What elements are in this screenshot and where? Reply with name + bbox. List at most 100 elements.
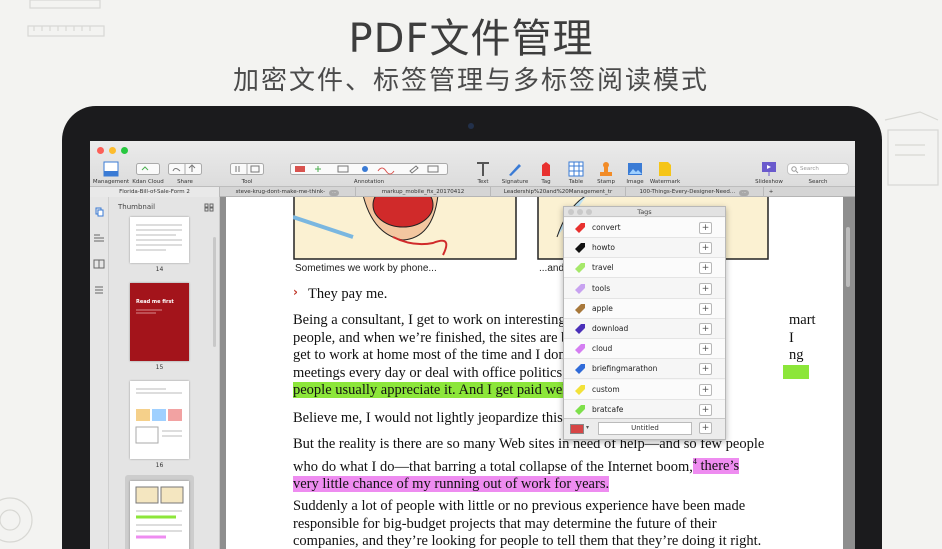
tab-leadership[interactable]: Leadership%20and%20Management_tr [491,187,626,197]
new-tag-color-picker[interactable] [570,424,584,434]
add-new-tag-button[interactable]: + [699,422,712,434]
tag-label: travel [592,263,614,273]
apply-tag-button[interactable]: + [699,222,712,234]
thumbnail-page-number: 16 [155,462,164,469]
bookmark-view-icon[interactable] [93,259,105,269]
tag-label: custom [592,384,620,394]
apply-tag-button[interactable]: + [699,262,712,275]
highlighted-text-pink: 4 there’s [692,458,740,475]
signature-label: Signature [501,179,529,185]
image-icon[interactable] [627,161,643,177]
apply-tag-button[interactable]: + [699,343,712,356]
tab-100-things[interactable]: 100-Things-Every-Designer-Need...... [626,187,764,197]
tag-color-icon [575,243,585,254]
tab-steve-krug[interactable]: steve-krug-dont-make-me-think-... [220,187,356,197]
tab-label: Leadership%20and%20Management_tr [503,189,613,195]
search-icon [791,166,799,174]
thumbnail-page-15[interactable]: Read me first [130,283,189,361]
tag-label: download [592,324,629,333]
tag-row[interactable]: cloud + [564,339,725,360]
paragraph-reality: But the reality is there are so many Web… [293,436,813,493]
tags-zoom-button[interactable] [586,209,592,215]
tag-row[interactable]: briefingmarathon + [564,359,725,380]
grid-view-icon[interactable] [204,203,214,212]
chevron-down-icon[interactable]: ▾ [586,424,589,431]
highlighted-text-pink: very little chance of my running out of … [293,475,610,492]
slideshow-label: Slideshow [755,179,783,185]
text-line: responsible for big-budget projects that… [293,515,717,532]
stamp-label: Stamp [597,179,615,185]
tags-panel: Tags convert + howto + travel + tools + apple + do… [563,206,726,440]
annotation-label: Annotation [353,179,385,185]
thumbnail-page-14[interactable] [130,217,189,263]
text-line: mart [789,312,816,328]
tool-icon[interactable] [230,163,264,175]
stamp-icon[interactable] [598,161,614,177]
text-icon[interactable] [476,161,490,177]
watermark-icon[interactable] [658,161,672,177]
tag-color-icon [575,344,585,355]
paragraph-right-fragments: mart I ng [783,312,829,384]
new-tag-name-input[interactable]: Untitled [598,422,692,435]
apply-tag-button[interactable]: + [699,323,712,335]
tab-florida-bill[interactable]: Florida-Bill-of-Sale-Form 2 [90,187,220,197]
minimize-window-button[interactable] [109,147,116,154]
share-icon[interactable] [168,163,202,175]
tag-row[interactable]: download + [564,319,725,339]
tab-label: markup_mobile_fix_20170412 [381,189,465,195]
kdan-cloud-icon[interactable] [136,163,160,175]
thumbnail-panel: Thumbnail 14 Read me first 15 16 [109,197,220,549]
tag-row[interactable]: bratcafe + [564,400,725,420]
text-line: ng [789,347,804,363]
page-figures-icon [135,388,182,444]
tag-row[interactable]: custom + [564,379,725,400]
thumbnail-page-16[interactable] [130,381,189,459]
tab-markup-mobile[interactable]: markup_mobile_fix_20170412 [356,187,491,197]
document-scrollbar[interactable] [846,227,850,287]
tag-color-icon [575,283,585,294]
apply-tag-button[interactable]: + [699,383,712,396]
text-line: get to work at home most of the time and… [293,347,571,363]
slideshow-icon[interactable] [761,161,777,177]
apply-tag-button[interactable]: + [699,363,712,376]
text-line: I [789,329,794,346]
tag-label: apple [592,303,613,313]
zoom-window-button[interactable] [121,147,128,154]
text-line: Being a consultant, I get to work on int… [293,312,566,328]
apply-tag-button[interactable]: + [699,302,712,315]
search-label: Search [808,179,828,185]
tags-close-button[interactable] [568,209,574,215]
apply-tag-button[interactable]: + [699,242,712,255]
management-icon[interactable] [103,161,119,177]
thumbnail-scrollbar[interactable] [213,237,216,347]
signature-icon[interactable] [507,161,523,177]
table-icon[interactable] [568,161,584,177]
tag-row[interactable]: convert + [564,218,725,238]
apply-tag-button[interactable]: + [699,282,712,295]
tag-row[interactable]: howto + [564,238,725,259]
tag-icon[interactable] [540,161,552,177]
thumbnail-page-17[interactable] [130,481,189,549]
tag-row[interactable]: tools + [564,279,725,299]
outline-view-icon[interactable] [93,233,105,243]
thumbnail-view-icon[interactable] [93,207,105,217]
tag-label: briefingmarathon [592,364,658,374]
close-window-button[interactable] [97,147,104,154]
text-line: people, and when we’re finished, the sit… [293,329,569,346]
tag-label: cloud [592,344,613,354]
new-tab-button[interactable]: + [764,187,778,197]
tag-row[interactable]: travel + [564,258,725,279]
tag-color-icon [575,384,585,395]
apply-tag-button[interactable]: + [699,403,712,416]
tags-minimize-button[interactable] [577,209,583,215]
tag-color-icon [575,263,585,274]
annotation-tools-icon[interactable] [290,163,448,175]
document-page: Sometimes we work by phone... ...and › T… [226,197,843,549]
thumbnail-page-number: 15 [155,364,164,371]
tab-close-button[interactable]: ... [739,190,750,196]
document-area: Sometimes we work by phone... ...and › T… [220,197,855,549]
image-label: Image [626,179,644,185]
tag-row[interactable]: apple + [564,298,725,319]
tab-close-button[interactable]: ... [329,190,340,196]
annotation-list-icon[interactable] [93,285,105,295]
